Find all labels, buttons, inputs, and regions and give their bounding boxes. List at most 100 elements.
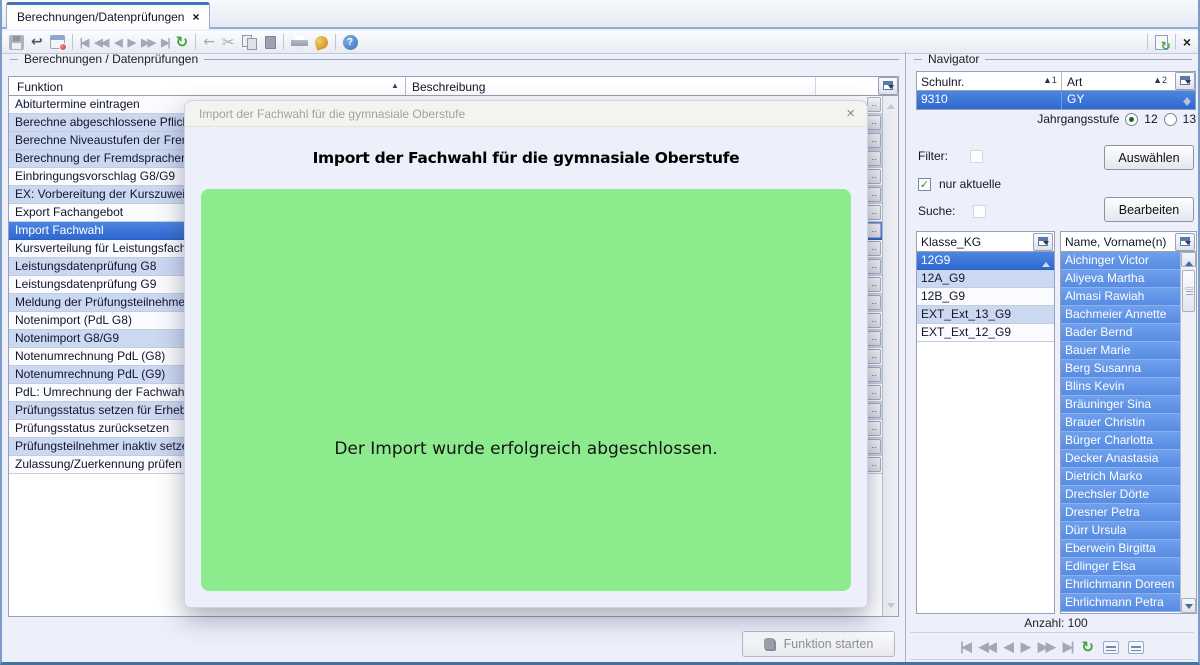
student-row[interactable]: Edlinger Elsa	[1061, 558, 1180, 576]
radio-12-label[interactable]: 12	[1144, 112, 1157, 126]
radio-13-label[interactable]: 13	[1183, 112, 1196, 126]
copy-icon[interactable]	[242, 35, 258, 50]
table-view-icon[interactable]	[1128, 641, 1144, 654]
row-detail-button[interactable]: ..	[867, 277, 881, 292]
row-detail-button[interactable]: ..	[867, 457, 881, 472]
scroll-up-icon[interactable]	[887, 100, 895, 109]
column-funktion[interactable]: Funktion	[17, 80, 63, 94]
scroll-up-button[interactable]	[1181, 252, 1196, 267]
fast-prev-icon[interactable]: ◀◀	[94, 36, 107, 49]
fast-next-icon[interactable]: ▶▶	[1038, 639, 1054, 655]
dialog-close-icon[interactable]: ×	[846, 105, 855, 122]
row-detail-button[interactable]: ..	[867, 115, 881, 130]
row-detail-button[interactable]: ..	[867, 385, 881, 400]
student-row[interactable]: Dresner Petra	[1061, 504, 1180, 522]
refresh-icon[interactable]: ↻	[176, 34, 189, 50]
student-row[interactable]: Dürr Ursula	[1061, 522, 1180, 540]
student-row[interactable]: Ehrlichmann Petra	[1061, 594, 1180, 612]
radio-12[interactable]	[1125, 113, 1138, 126]
auswaehlen-button[interactable]: Auswählen	[1104, 145, 1194, 170]
last-record-icon[interactable]: ▶|	[161, 36, 169, 49]
class-row[interactable]: 12G9	[917, 252, 1054, 270]
nur-aktuelle-label[interactable]: nur aktuelle	[939, 177, 1001, 191]
row-detail-button[interactable]: ..	[867, 169, 881, 184]
row-detail-button[interactable]: ..	[867, 313, 881, 328]
help-icon[interactable]: ?	[343, 35, 358, 50]
column-art[interactable]: Art	[1067, 75, 1082, 89]
class-row[interactable]: 12A_G9	[917, 270, 1054, 288]
class-row[interactable]: 12B_G9	[917, 288, 1054, 306]
student-row[interactable]: Bader Bernd	[1061, 324, 1180, 342]
student-row[interactable]: Aliyeva Martha	[1061, 270, 1180, 288]
scrollbar-thumb[interactable]	[1182, 270, 1195, 312]
student-row[interactable]: Decker Anastasia	[1061, 450, 1180, 468]
fast-next-icon[interactable]: ▶▶	[141, 36, 154, 49]
student-row[interactable]: Aichinger Victor	[1061, 252, 1180, 270]
class-row[interactable]: EXT_Ext_12_G9	[917, 324, 1054, 342]
column-schulnr[interactable]: Schulnr.	[921, 75, 964, 89]
student-row[interactable]: Ehrlichmann Doreen	[1061, 576, 1180, 594]
last-record-icon[interactable]: ▶|	[1063, 639, 1073, 655]
tab-close-icon[interactable]: ×	[192, 10, 199, 24]
sync-page-icon[interactable]: ↻	[1155, 35, 1168, 50]
klasse-header-label[interactable]: Klasse_KG	[921, 235, 981, 249]
panel-splitter[interactable]	[905, 52, 906, 662]
student-row[interactable]: Dietrich Marko	[1061, 468, 1180, 486]
first-record-icon[interactable]: |◀	[80, 36, 88, 49]
list-view-icon[interactable]	[1103, 641, 1119, 654]
close-panel-icon[interactable]: ×	[1183, 34, 1191, 50]
funktion-starten-button[interactable]: Funktion starten	[742, 631, 895, 657]
column-beschreibung[interactable]: Beschreibung	[412, 80, 485, 94]
dialog-titlebar[interactable]: Import der Fachwahl für die gymnasiale O…	[185, 101, 867, 127]
scroll-down-button[interactable]	[1181, 598, 1196, 613]
student-row[interactable]: Bräuninger Sina	[1061, 396, 1180, 414]
row-detail-button[interactable]: ..	[867, 205, 881, 220]
nur-aktuelle-checkbox[interactable]: ✓	[918, 178, 931, 191]
paste-icon[interactable]	[265, 36, 276, 49]
column-chooser-button[interactable]	[1033, 233, 1053, 251]
form-delete-icon[interactable]	[50, 35, 65, 49]
print-icon[interactable]	[291, 36, 308, 49]
scroll-down-icon[interactable]	[887, 603, 895, 612]
row-detail-button[interactable]: ..	[867, 259, 881, 274]
row-detail-button[interactable]: ..	[867, 367, 881, 382]
save-icon[interactable]	[9, 35, 24, 50]
row-detail-button[interactable]: ..	[867, 97, 881, 112]
row-detail-button[interactable]: ..	[867, 241, 881, 256]
bell-icon[interactable]	[313, 34, 329, 50]
student-row[interactable]: Bürger Charlotta	[1061, 432, 1180, 450]
back-arrow-icon[interactable]: ←	[203, 34, 215, 50]
column-chooser-button[interactable]	[1175, 72, 1195, 90]
student-row[interactable]: Almasi Rawiah	[1061, 288, 1180, 306]
row-detail-button[interactable]: ..	[867, 403, 881, 418]
student-row[interactable]: Eberwein Birgitta	[1061, 540, 1180, 558]
filter-checkbox[interactable]	[970, 150, 983, 163]
function-table-scrollbar[interactable]	[882, 96, 898, 616]
row-detail-button[interactable]: ..	[867, 421, 881, 436]
next-record-icon[interactable]: ▶	[128, 36, 134, 49]
student-row[interactable]: Brauer Christin	[1061, 414, 1180, 432]
cut-icon[interactable]: ✂	[222, 34, 235, 50]
student-row[interactable]: Bauer Marie	[1061, 342, 1180, 360]
school-row[interactable]: 9310 GY	[917, 91, 1195, 109]
bearbeiten-button[interactable]: Bearbeiten	[1104, 197, 1194, 222]
column-chooser-button[interactable]	[878, 77, 898, 95]
row-detail-button[interactable]: ..	[867, 133, 881, 148]
column-divider[interactable]	[405, 77, 406, 95]
tab-berechnungen[interactable]: Berechnungen/Datenprüfungen ×	[6, 2, 210, 29]
row-detail-button[interactable]: ..	[867, 187, 881, 202]
row-detail-button[interactable]: ..	[867, 223, 881, 238]
fast-prev-icon[interactable]: ◀◀	[979, 639, 995, 655]
class-row[interactable]: EXT_Ext_13_G9	[917, 306, 1054, 324]
next-record-icon[interactable]: ▶	[1021, 639, 1029, 655]
student-row[interactable]: Bachmeier Annette	[1061, 306, 1180, 324]
first-record-icon[interactable]: |◀	[960, 639, 970, 655]
row-detail-button[interactable]: ..	[867, 349, 881, 364]
row-detail-button[interactable]: ..	[867, 331, 881, 346]
name-list-scrollbar[interactable]	[1180, 252, 1196, 613]
student-row[interactable]: Drechsler Dörte	[1061, 486, 1180, 504]
prev-record-icon[interactable]: ◀	[114, 36, 120, 49]
row-detail-button[interactable]: ..	[867, 439, 881, 454]
suche-checkbox[interactable]	[973, 205, 986, 218]
radio-13[interactable]	[1164, 113, 1177, 126]
